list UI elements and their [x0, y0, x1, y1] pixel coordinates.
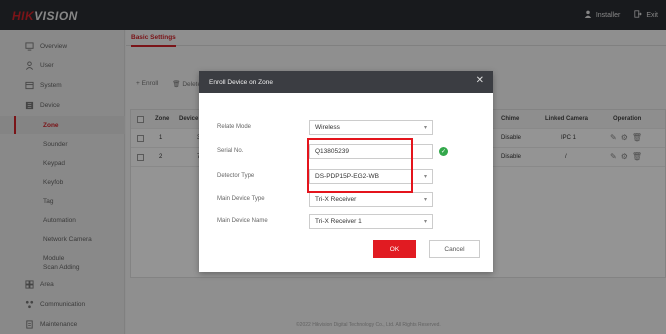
- form-row-main-device-name: Main Device Name Tri-X Receiver 1 ▾: [199, 214, 493, 230]
- main-device-type-select[interactable]: Tri-X Receiver ▾: [309, 192, 433, 207]
- form-row-main-device-type: Main Device Type Tri-X Receiver ▾: [199, 192, 493, 208]
- chevron-down-icon: ▾: [423, 174, 427, 180]
- relate-mode-label: Relate Mode: [217, 124, 252, 130]
- chevron-down-icon: ▾: [423, 219, 427, 225]
- relate-mode-value: Wireless: [315, 124, 340, 131]
- chevron-down-icon: ▾: [423, 197, 427, 203]
- chevron-down-icon: ▾: [423, 125, 427, 131]
- cancel-button[interactable]: Cancel: [429, 240, 480, 258]
- relate-mode-select[interactable]: Wireless ▾: [309, 120, 433, 135]
- annotation-highlight-box: [307, 138, 413, 193]
- form-row-relate-mode: Relate Mode Wireless ▾: [199, 120, 493, 136]
- serial-no-label: Serial No.: [217, 148, 244, 154]
- dialog-title: Enroll Device on Zone: [209, 78, 273, 86]
- ok-button[interactable]: OK: [373, 240, 416, 258]
- main-device-name-label: Main Device Name: [217, 218, 268, 224]
- dialog-header: Enroll Device on Zone ✕: [199, 71, 493, 93]
- main-device-type-label: Main Device Type: [217, 196, 265, 202]
- main-device-type-value: Tri-X Receiver: [315, 196, 357, 203]
- main-device-name-value: Tri-X Receiver 1: [315, 218, 362, 225]
- check-icon: ✓: [439, 147, 448, 156]
- main-device-name-select[interactable]: Tri-X Receiver 1 ▾: [309, 214, 433, 229]
- close-icon[interactable]: ✕: [476, 76, 484, 86]
- detector-type-label: Detector Type: [217, 173, 255, 179]
